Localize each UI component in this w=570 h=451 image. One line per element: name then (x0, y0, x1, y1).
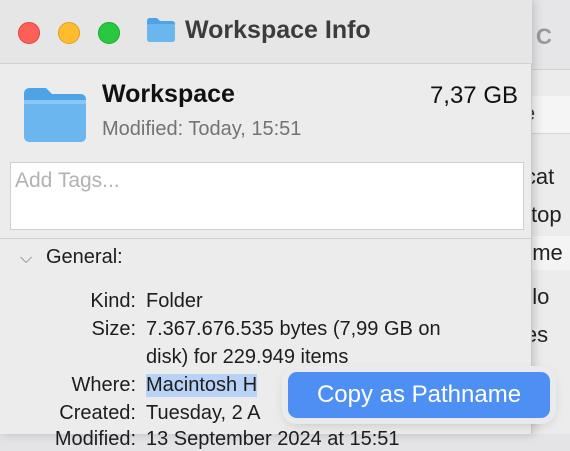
background-window-title-fragment: C (536, 24, 552, 49)
modified-line: Modified: Today, 15:51 (102, 118, 301, 141)
tags-field[interactable]: Add Tags... (10, 162, 524, 230)
chevron-down-icon[interactable]: ⌵ (20, 250, 32, 268)
kind-label: Kind: (90, 290, 136, 312)
title-bar[interactable]: Workspace Info (0, 0, 532, 64)
kind-value: Folder (146, 290, 203, 312)
copy-as-pathname-button[interactable]: Copy as Pathname (288, 372, 550, 418)
where-value[interactable]: Macintosh H (146, 374, 258, 397)
zoom-button[interactable] (98, 22, 120, 44)
general-section-title[interactable]: General: (46, 246, 123, 269)
minimize-button[interactable] (58, 22, 80, 44)
folder-icon (147, 18, 175, 42)
where-label: Where: (71, 374, 136, 396)
divider (0, 238, 532, 239)
modified-date-value: 13 September 2024 at 15:51 (146, 428, 400, 450)
modified-label: Modified: (102, 118, 184, 140)
size-value-line2: disk) for 229.949 items (146, 346, 349, 368)
item-name: Workspace (102, 80, 235, 108)
size-label: Size: (91, 318, 136, 340)
close-button[interactable] (18, 22, 40, 44)
folder-icon (24, 88, 86, 142)
window-title: Workspace Info (185, 16, 371, 44)
created-label: Created: (59, 402, 136, 424)
modified-value: Today, 15:51 (188, 118, 302, 140)
item-size: 7,37 GB (429, 82, 518, 109)
modified-date-label: Modified: (54, 428, 136, 450)
created-value: Tuesday, 2 A (146, 402, 261, 424)
info-window: Workspace Info Workspace 7,37 GB Modifie… (0, 0, 532, 450)
size-value-line1: 7.367.676.535 bytes (7,99 GB on (146, 318, 441, 340)
